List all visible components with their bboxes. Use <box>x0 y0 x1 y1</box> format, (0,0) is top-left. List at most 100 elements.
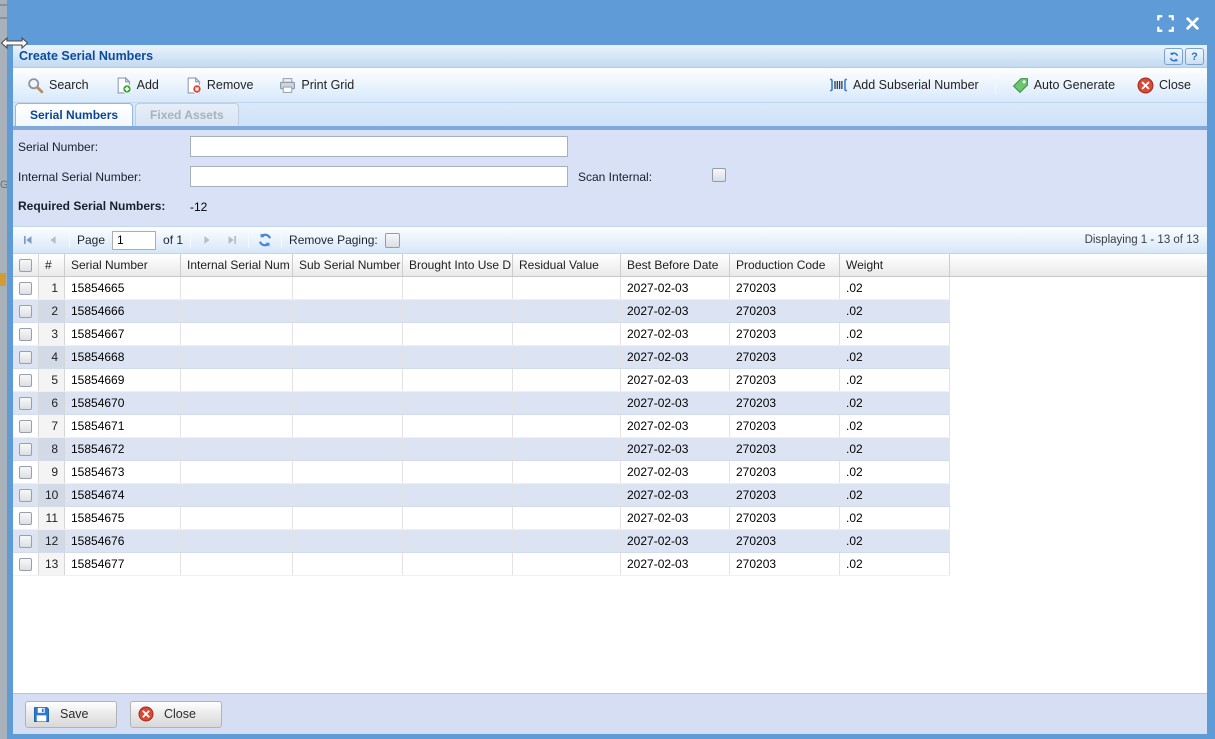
print-grid-button[interactable]: Print Grid <box>273 73 360 98</box>
cell-serial: 15854671 <box>65 415 181 437</box>
cell-best-before: 2027-02-03 <box>621 392 730 414</box>
page-of-label: of 1 <box>163 233 183 247</box>
paging-separator <box>281 232 282 248</box>
first-page-icon[interactable] <box>19 231 37 249</box>
page-number-input[interactable] <box>112 231 156 250</box>
cell-internal <box>181 300 293 322</box>
cell-best-before: 2027-02-03 <box>621 461 730 483</box>
row-checkbox[interactable] <box>19 282 32 295</box>
maximize-icon[interactable] <box>1156 14 1174 32</box>
paging-toolbar: Page of 1 Remove Paging: Displaying 1 - … <box>13 226 1207 254</box>
select-all-checkbox[interactable] <box>19 259 32 272</box>
cell-sub <box>293 277 403 299</box>
table-row[interactable]: 9158546732027-02-03270203.02 <box>13 461 950 484</box>
close-window-icon[interactable] <box>1183 14 1201 32</box>
column-header-residual-value[interactable]: Residual Value <box>513 254 621 276</box>
cell-residual <box>513 346 621 368</box>
table-row[interactable]: 11158546752027-02-03270203.02 <box>13 507 950 530</box>
tab-fixed-assets[interactable]: Fixed Assets <box>135 103 239 126</box>
row-checkbox[interactable] <box>19 328 32 341</box>
last-page-icon[interactable] <box>223 231 241 249</box>
add-subserial-number-button[interactable]: Add Subserial Number <box>823 74 985 96</box>
help-tool-icon[interactable]: ? <box>1185 48 1204 65</box>
cell-best-before: 2027-02-03 <box>621 553 730 575</box>
scan-internal-label: Scan Internal: <box>578 170 652 184</box>
cell-production: 270203 <box>730 415 840 437</box>
column-header--[interactable]: # <box>39 254 65 276</box>
column-header-internal-serial-num[interactable]: Internal Serial Num <box>181 254 293 276</box>
cell-production: 270203 <box>730 484 840 506</box>
cell-sub <box>293 392 403 414</box>
row-checkbox[interactable] <box>19 558 32 571</box>
table-row[interactable]: 4158546682027-02-03270203.02 <box>13 346 950 369</box>
row-checkbox[interactable] <box>19 512 32 525</box>
select-all-checkbox-cell[interactable] <box>13 254 39 276</box>
cell-production: 270203 <box>730 277 840 299</box>
close-button[interactable]: Close <box>130 701 222 728</box>
close-toolbar-button[interactable]: Close <box>1131 73 1197 98</box>
prev-page-icon[interactable] <box>44 231 62 249</box>
remove-paging-checkbox[interactable] <box>385 233 400 248</box>
column-header-production-code[interactable]: Production Code <box>730 254 840 276</box>
cell-internal <box>181 553 293 575</box>
table-row[interactable]: 2158546662027-02-03270203.02 <box>13 300 950 323</box>
cell-serial: 15854677 <box>65 553 181 575</box>
row-checkbox[interactable] <box>19 397 32 410</box>
table-row[interactable]: 12158546762027-02-03270203.02 <box>13 530 950 553</box>
cell-weight: .02 <box>840 438 950 460</box>
table-row[interactable]: 6158546702027-02-03270203.02 <box>13 392 950 415</box>
tab-serial-numbers[interactable]: Serial Numbers <box>15 103 133 126</box>
background-line <box>0 17 7 19</box>
serial-number-input[interactable] <box>190 136 568 157</box>
auto-generate-button[interactable]: Auto Generate <box>1006 73 1121 98</box>
column-header-weight[interactable]: Weight <box>840 254 950 276</box>
row-checkbox[interactable] <box>19 443 32 456</box>
cell-internal <box>181 323 293 345</box>
column-header-serial-number[interactable]: Serial Number <box>65 254 181 276</box>
cell-production: 270203 <box>730 507 840 529</box>
row-checkbox-cell <box>13 277 39 299</box>
row-number-cell: 3 <box>39 323 65 345</box>
next-page-icon[interactable] <box>198 231 216 249</box>
table-row[interactable]: 5158546692027-02-03270203.02 <box>13 369 950 392</box>
table-row[interactable]: 3158546672027-02-03270203.02 <box>13 323 950 346</box>
refresh-tool-icon[interactable] <box>1164 48 1183 65</box>
column-header-best-before-date[interactable]: Best Before Date <box>621 254 730 276</box>
row-number-cell: 5 <box>39 369 65 391</box>
row-checkbox[interactable] <box>19 466 32 479</box>
cell-best-before: 2027-02-03 <box>621 346 730 368</box>
column-header-brought-into-use-d[interactable]: Brought Into Use D <box>403 254 513 276</box>
row-checkbox[interactable] <box>19 420 32 433</box>
save-button[interactable]: Save <box>25 701 117 728</box>
cell-weight: .02 <box>840 346 950 368</box>
row-checkbox[interactable] <box>19 374 32 387</box>
table-row[interactable]: 8158546722027-02-03270203.02 <box>13 438 950 461</box>
cell-brought <box>403 392 513 414</box>
table-row[interactable]: 1158546652027-02-03270203.02 <box>13 277 950 300</box>
search-button[interactable]: Search <box>21 73 95 98</box>
cell-brought <box>403 300 513 322</box>
cell-serial: 15854670 <box>65 392 181 414</box>
row-checkbox-cell <box>13 369 39 391</box>
column-header-sub-serial-number[interactable]: Sub Serial Number <box>293 254 403 276</box>
internal-serial-number-input[interactable] <box>190 166 568 187</box>
cell-sub <box>293 461 403 483</box>
row-checkbox[interactable] <box>19 489 32 502</box>
cell-serial: 15854672 <box>65 438 181 460</box>
table-row[interactable]: 7158546712027-02-03270203.02 <box>13 415 950 438</box>
refresh-grid-icon[interactable] <box>256 231 274 249</box>
row-checkbox[interactable] <box>19 351 32 364</box>
scan-internal-checkbox[interactable] <box>712 168 726 182</box>
row-checkbox[interactable] <box>19 535 32 548</box>
cell-brought <box>403 553 513 575</box>
add-button[interactable]: Add <box>109 73 165 98</box>
row-number-cell: 9 <box>39 461 65 483</box>
toolbar-separator <box>995 77 996 94</box>
row-checkbox[interactable] <box>19 305 32 318</box>
table-row[interactable]: 10158546742027-02-03270203.02 <box>13 484 950 507</box>
dialog-titlebar: Create Serial Numbers ? <box>13 45 1207 68</box>
remove-button[interactable]: Remove <box>179 73 260 98</box>
resize-cursor-icon <box>0 36 29 50</box>
table-row[interactable]: 13158546772027-02-03270203.02 <box>13 553 950 576</box>
cell-residual <box>513 415 621 437</box>
